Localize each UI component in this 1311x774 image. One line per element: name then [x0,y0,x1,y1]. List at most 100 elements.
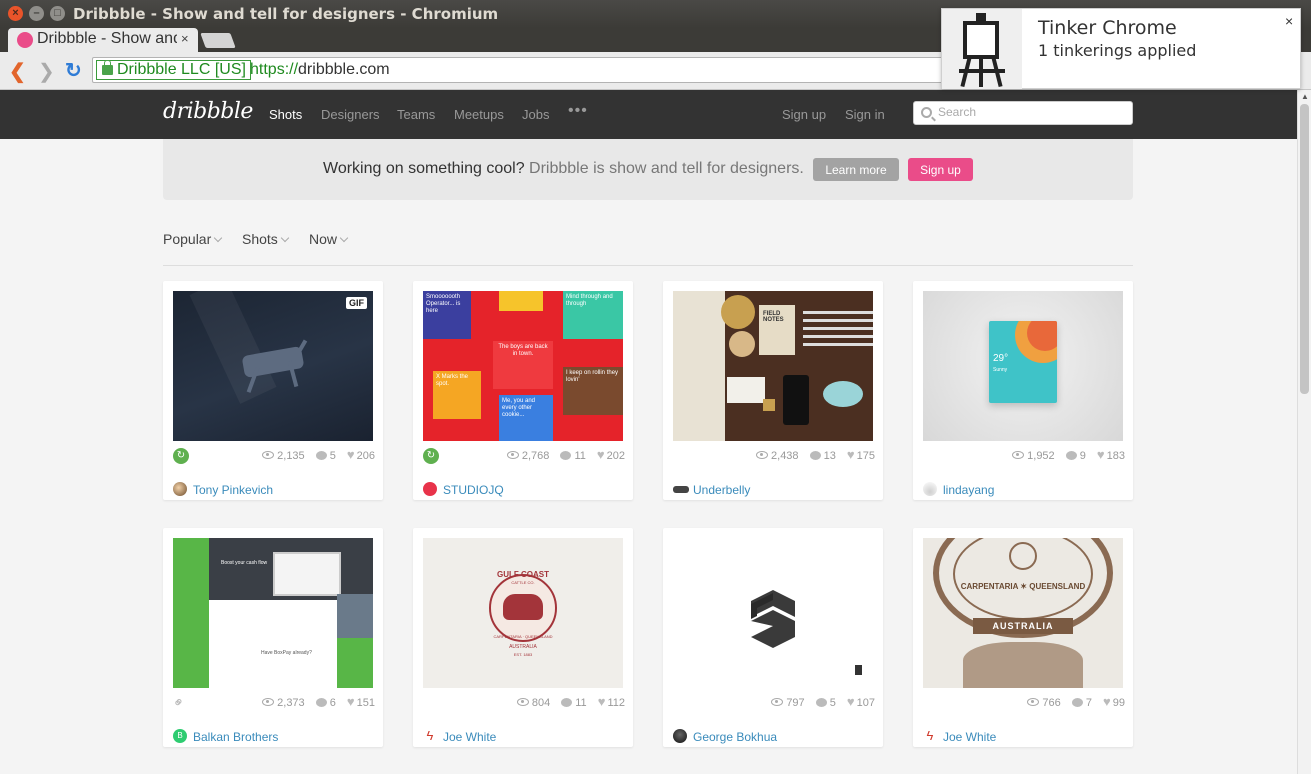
landing-question: Have BoxPay already? [261,650,312,656]
shot-card[interactable]: Smooooooth Operator... is here Mind thro… [413,281,633,500]
art-cell [499,291,543,311]
ev-certificate-badge[interactable]: Dribbble LLC [US] [96,60,251,80]
gif-badge: GIF [346,297,367,309]
filter-sort-dropdown[interactable]: Popular [163,231,223,247]
nav-jobs[interactable]: Jobs [522,107,549,122]
shot-author-link[interactable]: B Balkan Brothers [173,729,278,744]
shot-stats: 797 5 ♥ 107 [663,694,875,710]
shot-card[interactable]: GIF ↻ 2,135 5 ♥ 206 [163,281,383,500]
scrollbar-thumb[interactable] [1300,104,1309,394]
notification-close-icon[interactable]: × [1285,13,1293,29]
header-signin-link[interactable]: Sign in [845,107,885,122]
back-arrow-icon[interactable]: ❮ [9,59,26,84]
scroll-up-icon[interactable]: ▲ [1301,92,1309,101]
shot-thumbnail[interactable]: Boost your cash flow Have BoxPay already… [173,538,373,688]
views-icon [262,451,275,459]
shot-author-link[interactable]: ϟ Joe White [427,729,497,745]
shot-thumbnail[interactable]: GULF COAST CATTLE CO. CARPENTARIA · QUEE… [423,538,623,688]
heart-icon[interactable]: ♥ [847,694,855,709]
heart-icon[interactable]: ♥ [598,694,606,709]
shot-thumbnail[interactable]: FIELD NOTES [673,291,873,441]
comment-icon [561,698,573,707]
tab-close-icon[interactable]: × [181,31,189,46]
dribbble-logo[interactable]: dribbble [163,99,253,124]
nav-teams[interactable]: Teams [397,107,435,122]
window-close-button[interactable]: × [8,6,23,21]
views-icon [1027,698,1040,706]
gulf-coast-established: EST. 1883 [513,652,533,657]
search-input[interactable] [938,105,1128,119]
views-count: 797 [786,697,805,709]
shot-card[interactable]: GULF COAST CATTLE CO. CARPENTARIA · QUEE… [413,528,633,747]
learn-more-button[interactable]: Learn more [813,158,899,181]
likes-count: 107 [856,697,875,709]
forward-arrow-icon[interactable]: ❯ [38,59,55,84]
heart-icon[interactable]: ♥ [597,447,605,462]
author-name: lindayang [943,483,995,497]
shot-thumbnail[interactable]: 29° Sunny [923,291,1123,441]
window-maximize-button[interactable]: □ [50,6,65,21]
nav-meetups[interactable]: Meetups [454,107,504,122]
likes-count: 151 [356,697,375,709]
shot-stats: 804 11 ♥ 112 [413,694,625,710]
url-text[interactable]: https://dribbble.com [250,61,390,79]
nav-designers[interactable]: Designers [321,107,380,122]
shot-thumbnail[interactable]: CARPENTARIA ✶ QUEENSLAND AUSTRALIA [923,538,1123,688]
comments-count: 5 [829,697,836,709]
author-name: Tony Pinkevich [193,483,274,497]
shot-author-link[interactable]: lindayang [923,482,995,497]
shot-author-link[interactable]: George Bokhua [673,729,777,744]
filter-type-dropdown[interactable]: Shots [242,231,290,247]
shot-thumbnail[interactable] [673,538,873,688]
lock-icon [102,60,113,75]
shot-card[interactable]: 797 5 ♥ 107 [663,528,883,747]
page-viewport: dribbble Shots Designers Teams Meetups J… [0,90,1297,774]
phone-subtitle: Sunny [993,367,1008,373]
avatar [173,482,187,496]
comment-icon [815,698,827,707]
tinker-chrome-notification[interactable]: Tinker Chrome 1 tinkerings applied × [941,8,1301,89]
comment-icon [809,451,821,460]
shot-thumbnail[interactable]: Smooooooth Operator... is here Mind thro… [423,291,623,441]
window-minimize-button[interactable]: – [29,6,44,21]
heart-icon[interactable]: ♥ [1097,447,1105,462]
shot-author-link[interactable]: Tony Pinkevich [173,482,274,497]
avatar [923,482,937,496]
shot-card[interactable]: CARPENTARIA ✶ QUEENSLAND AUSTRALIA 766 7… [913,528,1133,747]
browser-tab[interactable]: Dribbble - Show and tell for designers × [8,28,198,52]
comment-icon [315,698,327,707]
url-host: dribbble.com [298,61,390,78]
shot-stats: 2,373 6 ♥ 151 [163,694,375,710]
heart-icon[interactable]: ♥ [347,447,355,462]
shot-author-link[interactable]: Underbelly [673,483,750,497]
nav-shots[interactable]: Shots [269,107,302,122]
heart-icon[interactable]: ♥ [847,447,855,462]
shot-card[interactable]: FIELD NOTES 2,438 13 ♥ 175 [663,281,883,500]
search-box[interactable] [913,101,1133,125]
shot-stats: 766 7 ♥ 99 [913,694,1125,710]
shot-author-link[interactable]: STUDIOJQ [423,482,504,497]
comment-icon [560,451,572,460]
shot-card[interactable]: Boost your cash flow Have BoxPay already… [163,528,383,747]
shot-card[interactable]: 29° Sunny 1,952 9 ♥ 183 [913,281,1133,500]
comment-icon [1071,698,1083,707]
views-icon [771,698,784,706]
header-signup-link[interactable]: Sign up [782,107,826,122]
comment-icon [315,451,327,460]
banner-signup-button[interactable]: Sign up [908,158,973,181]
page-scrollbar[interactable]: ▲ [1297,90,1311,774]
shot-thumbnail[interactable]: GIF [173,291,373,441]
art-cell: X Marks the spot. [433,371,481,419]
filter-time-dropdown[interactable]: Now [309,231,349,247]
heart-icon[interactable]: ♥ [1103,694,1111,709]
url-scheme: https:// [250,61,299,78]
comments-count: 6 [329,697,336,709]
heart-icon[interactable]: ♥ [347,694,355,709]
reload-icon[interactable]: ↻ [65,58,82,83]
art-cell: The boys are back in town. [493,341,553,389]
more-menu-icon[interactable]: ••• [568,102,588,120]
shot-author-link[interactable]: ϟ Joe White [927,729,997,745]
new-tab-button[interactable] [200,33,236,48]
filter-label: Shots [242,231,278,247]
art-cell: Me, you and every other cookie... [499,395,553,441]
